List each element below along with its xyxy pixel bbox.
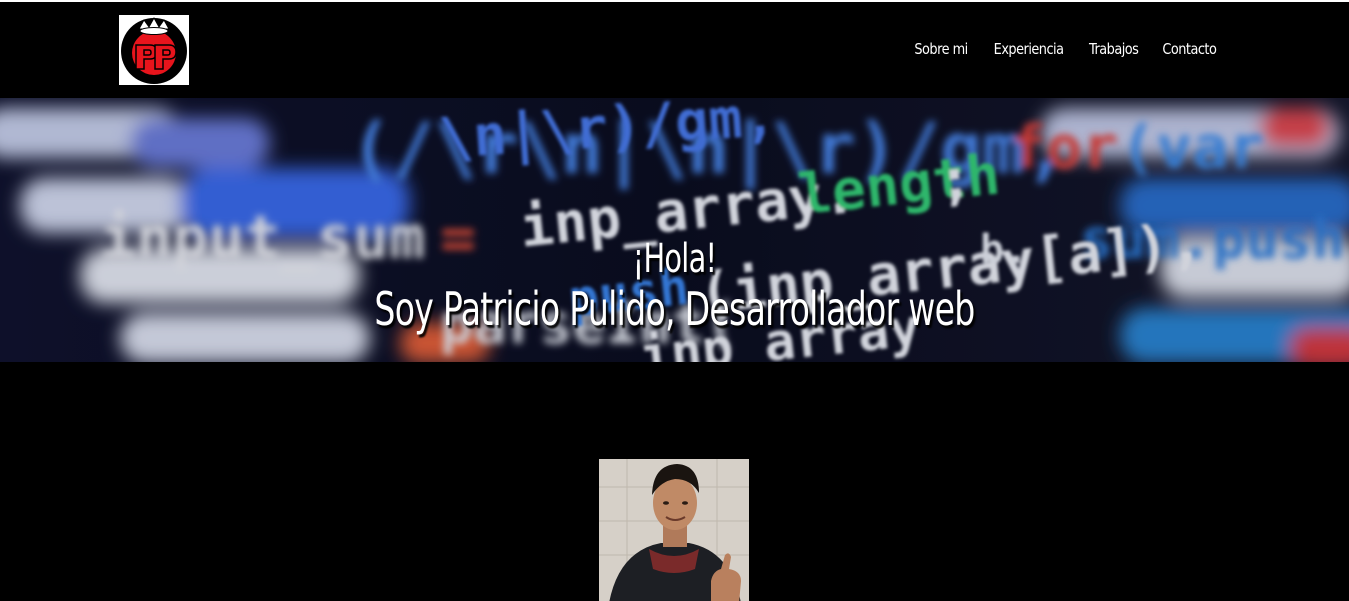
hero-greeting: ¡Hola! xyxy=(632,236,717,282)
profile-photo-image xyxy=(599,459,749,601)
navbar: Sobre mi Experiencia Trabajos Contacto xyxy=(0,2,1349,98)
nav-link-experiencia[interactable]: Experiencia xyxy=(993,40,1063,58)
nav-link-sobre-mi[interactable]: Sobre mi xyxy=(914,40,968,58)
main-nav: Sobre mi Experiencia Trabajos Contacto xyxy=(910,40,1221,58)
pp-crown-logo-icon[interactable] xyxy=(119,15,189,85)
hero-subtitle: Soy Patricio Pulido, Desarrollador web xyxy=(374,282,975,336)
hero-heading: ¡Hola! Soy Patricio Pulido, Desarrollado… xyxy=(0,236,1349,334)
hero-banner: (/\r\n|\n|\r)/gm, for (var input_sum = p… xyxy=(0,98,1349,362)
page: Sobre mi Experiencia Trabajos Contacto (… xyxy=(0,0,1349,601)
nav-link-trabajos[interactable]: Trabajos xyxy=(1089,40,1139,58)
nav-link-contacto[interactable]: Contacto xyxy=(1163,40,1217,58)
